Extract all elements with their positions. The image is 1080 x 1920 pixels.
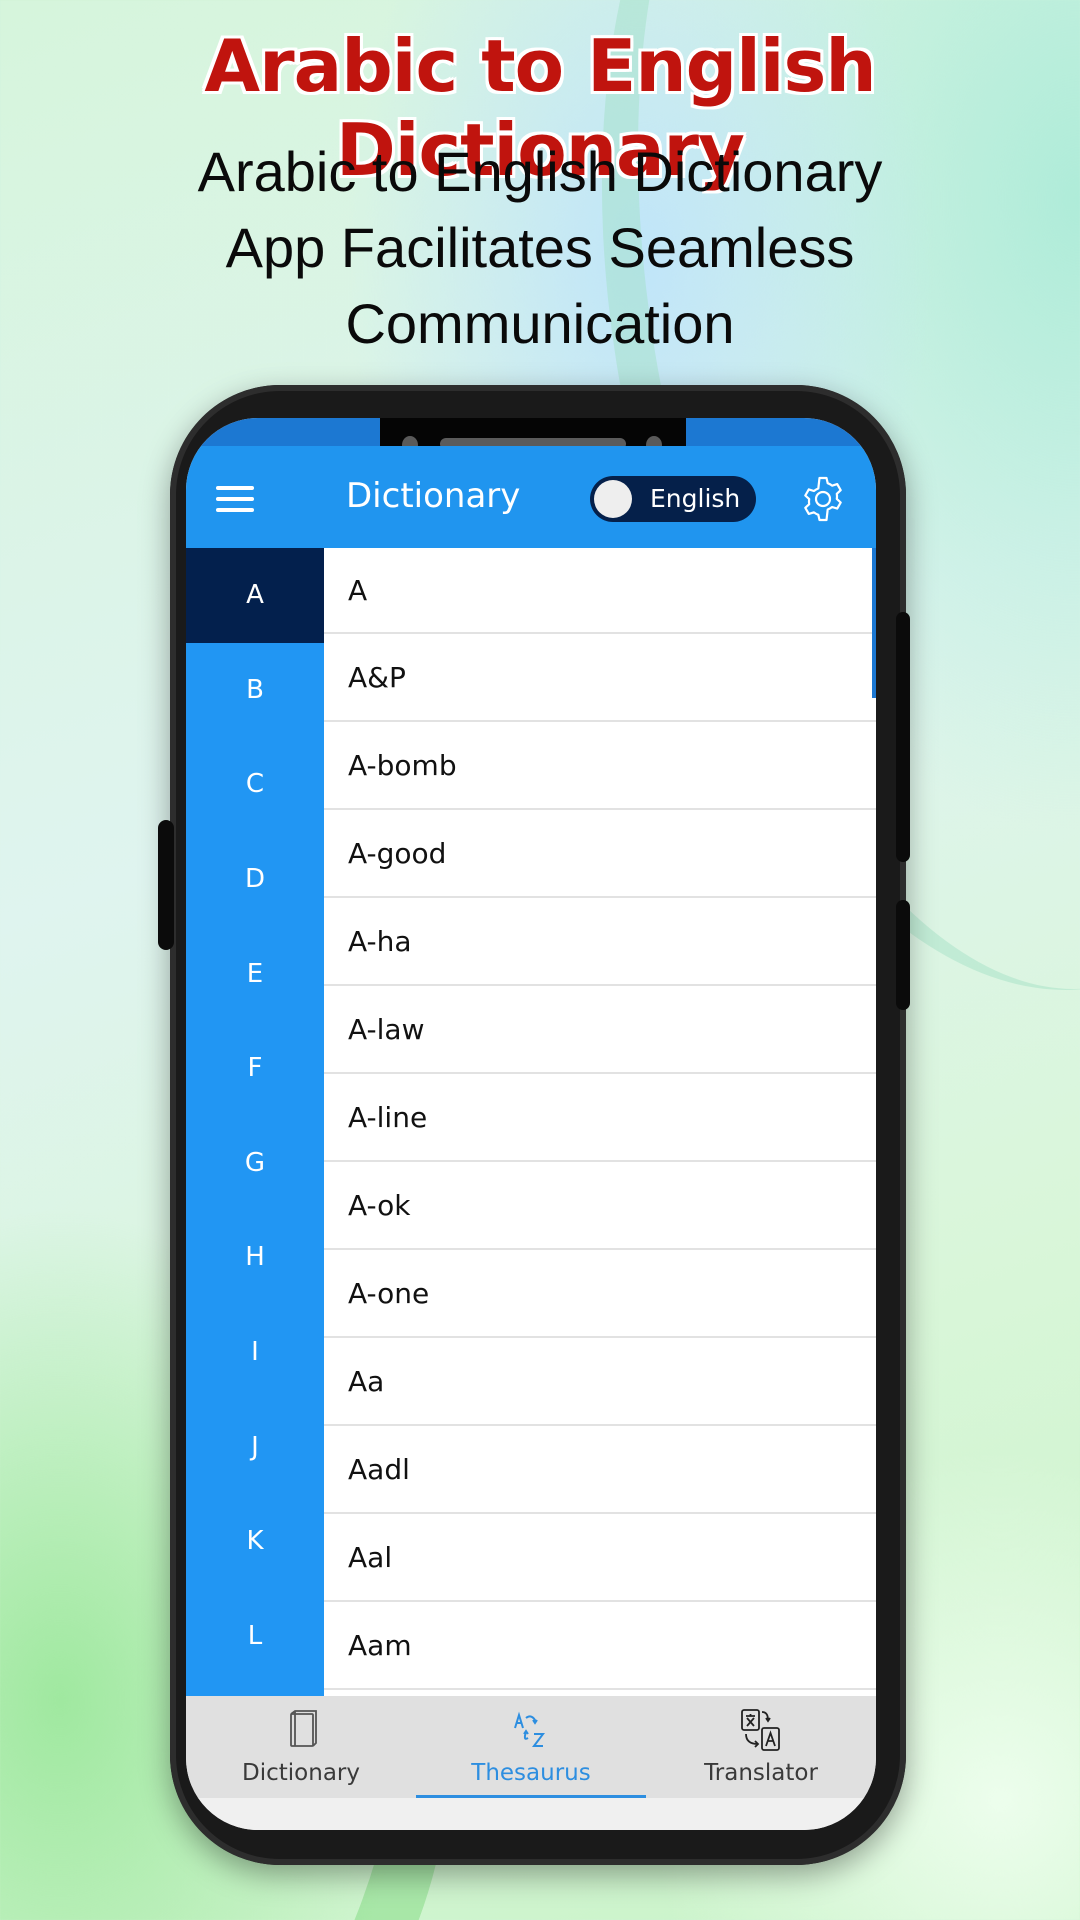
word-list-item[interactable]: A-ha [324, 898, 876, 986]
dictionary-content: A B C D E F G H I J K L A A&P A-bomb A-g… [186, 548, 876, 1696]
word-list: A A&P A-bomb A-good A-ha A-law A-line A-… [324, 548, 876, 1696]
alphabet-item-i[interactable]: I [186, 1305, 324, 1400]
word-list-item[interactable]: Aadl [324, 1426, 876, 1514]
gear-icon[interactable] [798, 474, 848, 524]
word-list-item[interactable]: A&P [324, 634, 876, 722]
phone-side-button [158, 820, 174, 950]
system-nav-area [186, 1798, 876, 1830]
word-list-item[interactable]: Aam [324, 1602, 876, 1690]
alphabet-item-d[interactable]: D [186, 832, 324, 927]
book-icon [276, 1708, 326, 1754]
word-list-item[interactable]: Aa [324, 1338, 876, 1426]
tab-translator[interactable]: Translator [646, 1696, 876, 1798]
alphabet-item-j[interactable]: J [186, 1399, 324, 1494]
tab-dictionary-label: Dictionary [242, 1760, 360, 1786]
alphabet-item-f[interactable]: F [186, 1021, 324, 1116]
bottom-navigation: Dictionary Thesaurus Translator [186, 1696, 876, 1798]
a-to-z-swap-icon [506, 1708, 556, 1754]
app-bar: Dictionary English [186, 446, 876, 548]
alphabet-item-l[interactable]: L [186, 1589, 324, 1684]
toggle-knob [594, 480, 632, 518]
promo-subtitle-line: App Facilitates Seamless [225, 216, 855, 279]
tab-thesaurus-label: Thesaurus [471, 1760, 591, 1786]
hamburger-menu-icon[interactable] [216, 484, 254, 514]
word-list-item[interactable]: A-one [324, 1250, 876, 1338]
phone-screen: Dictionary English A B C D E F G H I J K… [186, 418, 876, 1830]
tab-thesaurus[interactable]: Thesaurus [416, 1696, 646, 1798]
translate-icon [736, 1708, 786, 1754]
promo-subtitle-line: Arabic to English Dictionary [197, 140, 883, 203]
tab-dictionary[interactable]: Dictionary [186, 1696, 416, 1798]
word-list-item[interactable]: A [324, 548, 876, 634]
phone-power-button [896, 612, 910, 862]
word-list-item[interactable]: A-law [324, 986, 876, 1074]
language-toggle[interactable]: English [590, 476, 756, 522]
alphabet-item-a[interactable]: A [186, 548, 324, 643]
alphabet-item-g[interactable]: G [186, 1116, 324, 1211]
app-title: Dictionary [346, 476, 521, 516]
word-list-item[interactable]: A-line [324, 1074, 876, 1162]
phone-volume-button [896, 900, 910, 1010]
alphabet-item-b[interactable]: B [186, 643, 324, 738]
alphabet-index: A B C D E F G H I J K L [186, 548, 324, 1696]
word-list-item[interactable]: A-bomb [324, 722, 876, 810]
word-list-item[interactable]: Aal [324, 1514, 876, 1602]
word-list-item[interactable]: A-ok [324, 1162, 876, 1250]
promo-subtitle-line: Communication [345, 292, 735, 355]
language-toggle-label: English [650, 484, 741, 513]
list-scrollbar[interactable] [872, 548, 876, 698]
word-list-item[interactable]: A-good [324, 810, 876, 898]
alphabet-item-h[interactable]: H [186, 1210, 324, 1305]
alphabet-item-e[interactable]: E [186, 926, 324, 1021]
tab-translator-label: Translator [704, 1760, 818, 1786]
promo-subtitle: Arabic to English Dictionary App Facilit… [0, 134, 1080, 362]
alphabet-item-k[interactable]: K [186, 1494, 324, 1589]
alphabet-item-c[interactable]: C [186, 737, 324, 832]
